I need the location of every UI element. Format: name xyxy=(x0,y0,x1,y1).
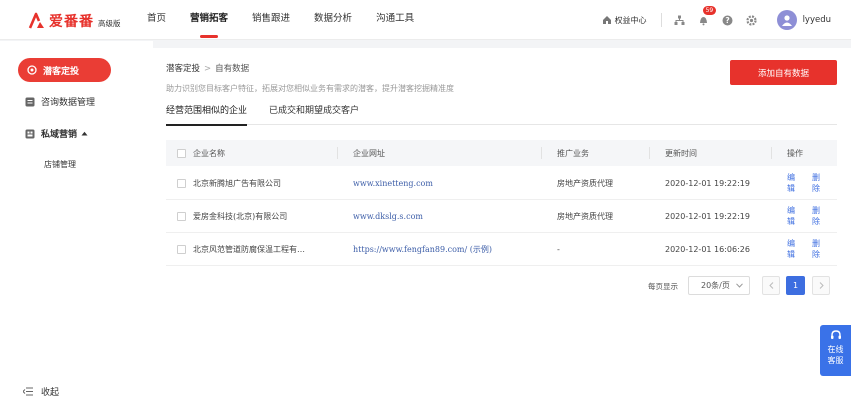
updated-time: 2020-12-01 19:22:19 xyxy=(665,178,750,188)
brand-edition: 高级版 xyxy=(98,18,121,28)
delete-button[interactable]: 删除 xyxy=(812,238,823,260)
collapse-label: 收起 xyxy=(41,388,60,398)
settings-icon[interactable] xyxy=(745,14,757,26)
promo-business: - xyxy=(557,244,560,254)
row-checkbox[interactable] xyxy=(177,178,186,188)
column-header: 推广业务 xyxy=(557,148,589,158)
header-divider xyxy=(660,13,662,27)
username[interactable]: lyyedu xyxy=(803,15,831,25)
sidebar-item-label: 私域营销 xyxy=(41,130,78,140)
page-description: 助力识别您目标客户特征，拓展对您相似业务有需求的潜客，提升潜客挖掘精准度 xyxy=(166,84,454,93)
breadcrumb-parent[interactable]: 潜客定投 xyxy=(166,64,200,74)
company-url[interactable]: www.dkslg.s.com xyxy=(353,200,423,232)
notification-icon[interactable]: 59 xyxy=(698,5,717,26)
service-label-line1: 在线 xyxy=(827,345,844,354)
header-actions: 权益中心 59 ? lyyedu xyxy=(602,0,851,40)
delete-button[interactable]: 删除 xyxy=(812,205,823,227)
chevron-down-icon xyxy=(736,283,743,288)
logo[interactable]: 爱番番 高级版 xyxy=(28,11,121,31)
service-label-line2: 客服 xyxy=(827,356,844,365)
rights-center-label: 权益中心 xyxy=(614,15,647,25)
column-divider xyxy=(541,147,542,159)
nav-item-marketing[interactable]: 营销拓客 xyxy=(190,0,228,40)
column-header: 操作 xyxy=(787,148,803,158)
caret-up-icon xyxy=(81,131,88,136)
prev-page-button[interactable] xyxy=(762,276,780,295)
brand-name: 爱番番 xyxy=(49,14,94,30)
promo-business: 房地产资质代理 xyxy=(557,178,613,188)
breadcrumb-current: 自有数据 xyxy=(215,64,250,74)
avatar[interactable] xyxy=(776,10,797,30)
column-header: 企业名称 xyxy=(193,148,225,158)
tab-similar-business[interactable]: 经营范围相似的企业 xyxy=(166,100,248,126)
add-own-data-button[interactable]: 添加自有数据 xyxy=(730,60,837,85)
sidebar-item-label: 咨询数据管理 xyxy=(41,98,96,108)
main-panel: 潜客定投 > 自有数据 助力识别您目标客户特征，拓展对您相似业务有需求的潜客，提升潜… xyxy=(152,48,851,408)
collapse-icon xyxy=(23,387,33,396)
breadcrumb: 潜客定投 > 自有数据 xyxy=(166,62,249,74)
updated-time: 2020-12-01 19:22:19 xyxy=(665,211,750,221)
company-url[interactable]: https://www.fengfan89.com/ (示例) xyxy=(353,233,492,265)
collapse-sidebar-button[interactable]: 收起 xyxy=(23,385,59,398)
select-all-checkbox[interactable] xyxy=(177,148,186,158)
column-header: 企业网址 xyxy=(353,148,385,158)
private-domain-icon xyxy=(25,129,35,138)
column-divider xyxy=(337,147,338,159)
company-name: 爱房金科技(北京)有限公司 xyxy=(193,211,288,221)
org-icon[interactable] xyxy=(674,15,685,26)
edit-button[interactable]: 编辑 xyxy=(787,205,798,227)
delete-button[interactable]: 删除 xyxy=(812,172,823,194)
per-page-label: 每页显示 xyxy=(648,282,678,291)
sidebar-item-lead-targeting[interactable]: 潜客定投 xyxy=(18,58,111,82)
top-bar: 爱番番 高级版 首页 营销拓客 销售跟进 数据分析 沟通工具 权益中心 59 ? xyxy=(0,0,851,40)
table-row: 爱房金科技(北京)有限公司 www.dkslg.s.com 房地产资质代理 20… xyxy=(166,200,837,233)
company-url[interactable]: www.xinetteng.com xyxy=(353,167,433,199)
nav-item-data-analysis[interactable]: 数据分析 xyxy=(314,0,352,40)
updated-time: 2020-12-01 16:06:26 xyxy=(665,244,750,254)
nav-item-sales-followup[interactable]: 销售跟进 xyxy=(252,0,290,40)
rights-center-link[interactable]: 权益中心 xyxy=(602,15,647,26)
table-row: 北京风范管道防腐保温工程有… https://www.fengfan89.com… xyxy=(166,233,837,266)
notification-badge: 59 xyxy=(702,5,717,15)
column-header: 更新时间 xyxy=(665,148,697,158)
sidebar-item-label: 潜客定投 xyxy=(43,66,80,77)
edit-button[interactable]: 编辑 xyxy=(787,238,798,260)
tab-bar: 经营范围相似的企业 已成交和期望成交客户 xyxy=(166,100,837,126)
home-icon xyxy=(602,16,611,24)
company-name: 北京新腾旭广告有限公司 xyxy=(193,178,281,188)
sidebar-item-private-marketing[interactable]: 私域营销 xyxy=(25,127,94,140)
main-nav: 首页 营销拓客 销售跟进 数据分析 沟通工具 xyxy=(147,0,438,40)
sidebar-item-consult-data[interactable]: 咨询数据管理 xyxy=(25,95,95,108)
data-manage-icon xyxy=(25,97,35,106)
help-icon[interactable]: ? xyxy=(722,15,733,26)
svg-text:?: ? xyxy=(725,16,729,25)
promo-business: 房地产资质代理 xyxy=(557,211,613,221)
nav-item-communication[interactable]: 沟通工具 xyxy=(376,0,414,40)
user-icon xyxy=(781,15,792,26)
sidebar-subitem-store-management[interactable]: 店铺管理 xyxy=(44,159,76,170)
per-page-select[interactable]: 20条/页 xyxy=(688,276,750,295)
table-header: 企业名称 企业网址 推广业务 更新时间 操作 xyxy=(166,140,837,166)
page-number-current[interactable]: 1 xyxy=(786,276,805,295)
chevron-right-icon xyxy=(819,282,824,289)
nav-item-home[interactable]: 首页 xyxy=(147,0,166,40)
online-service-button[interactable]: 在线 客服 xyxy=(820,325,851,376)
chevron-left-icon xyxy=(768,282,773,289)
target-icon xyxy=(27,65,37,75)
row-checkbox[interactable] xyxy=(177,244,186,254)
sidebar: 潜客定投 咨询数据管理 私域营销 店铺管理 收起 xyxy=(0,41,153,408)
next-page-button[interactable] xyxy=(812,276,830,295)
table-row: 北京新腾旭广告有限公司 www.xinetteng.com 房地产资质代理 20… xyxy=(166,167,837,200)
headset-icon xyxy=(830,330,841,339)
company-name: 北京风范管道防腐保温工程有… xyxy=(193,244,305,254)
column-divider xyxy=(771,147,772,159)
pagination: 每页显示 20条/页 1 xyxy=(152,276,851,298)
logo-icon xyxy=(28,12,44,29)
per-page-value: 20条/页 xyxy=(701,281,730,290)
breadcrumb-separator: > xyxy=(204,64,212,74)
edit-button[interactable]: 编辑 xyxy=(787,172,798,194)
row-checkbox[interactable] xyxy=(177,211,186,221)
column-divider xyxy=(649,147,650,159)
tab-closed-customers[interactable]: 已成交和期望成交客户 xyxy=(269,100,359,125)
